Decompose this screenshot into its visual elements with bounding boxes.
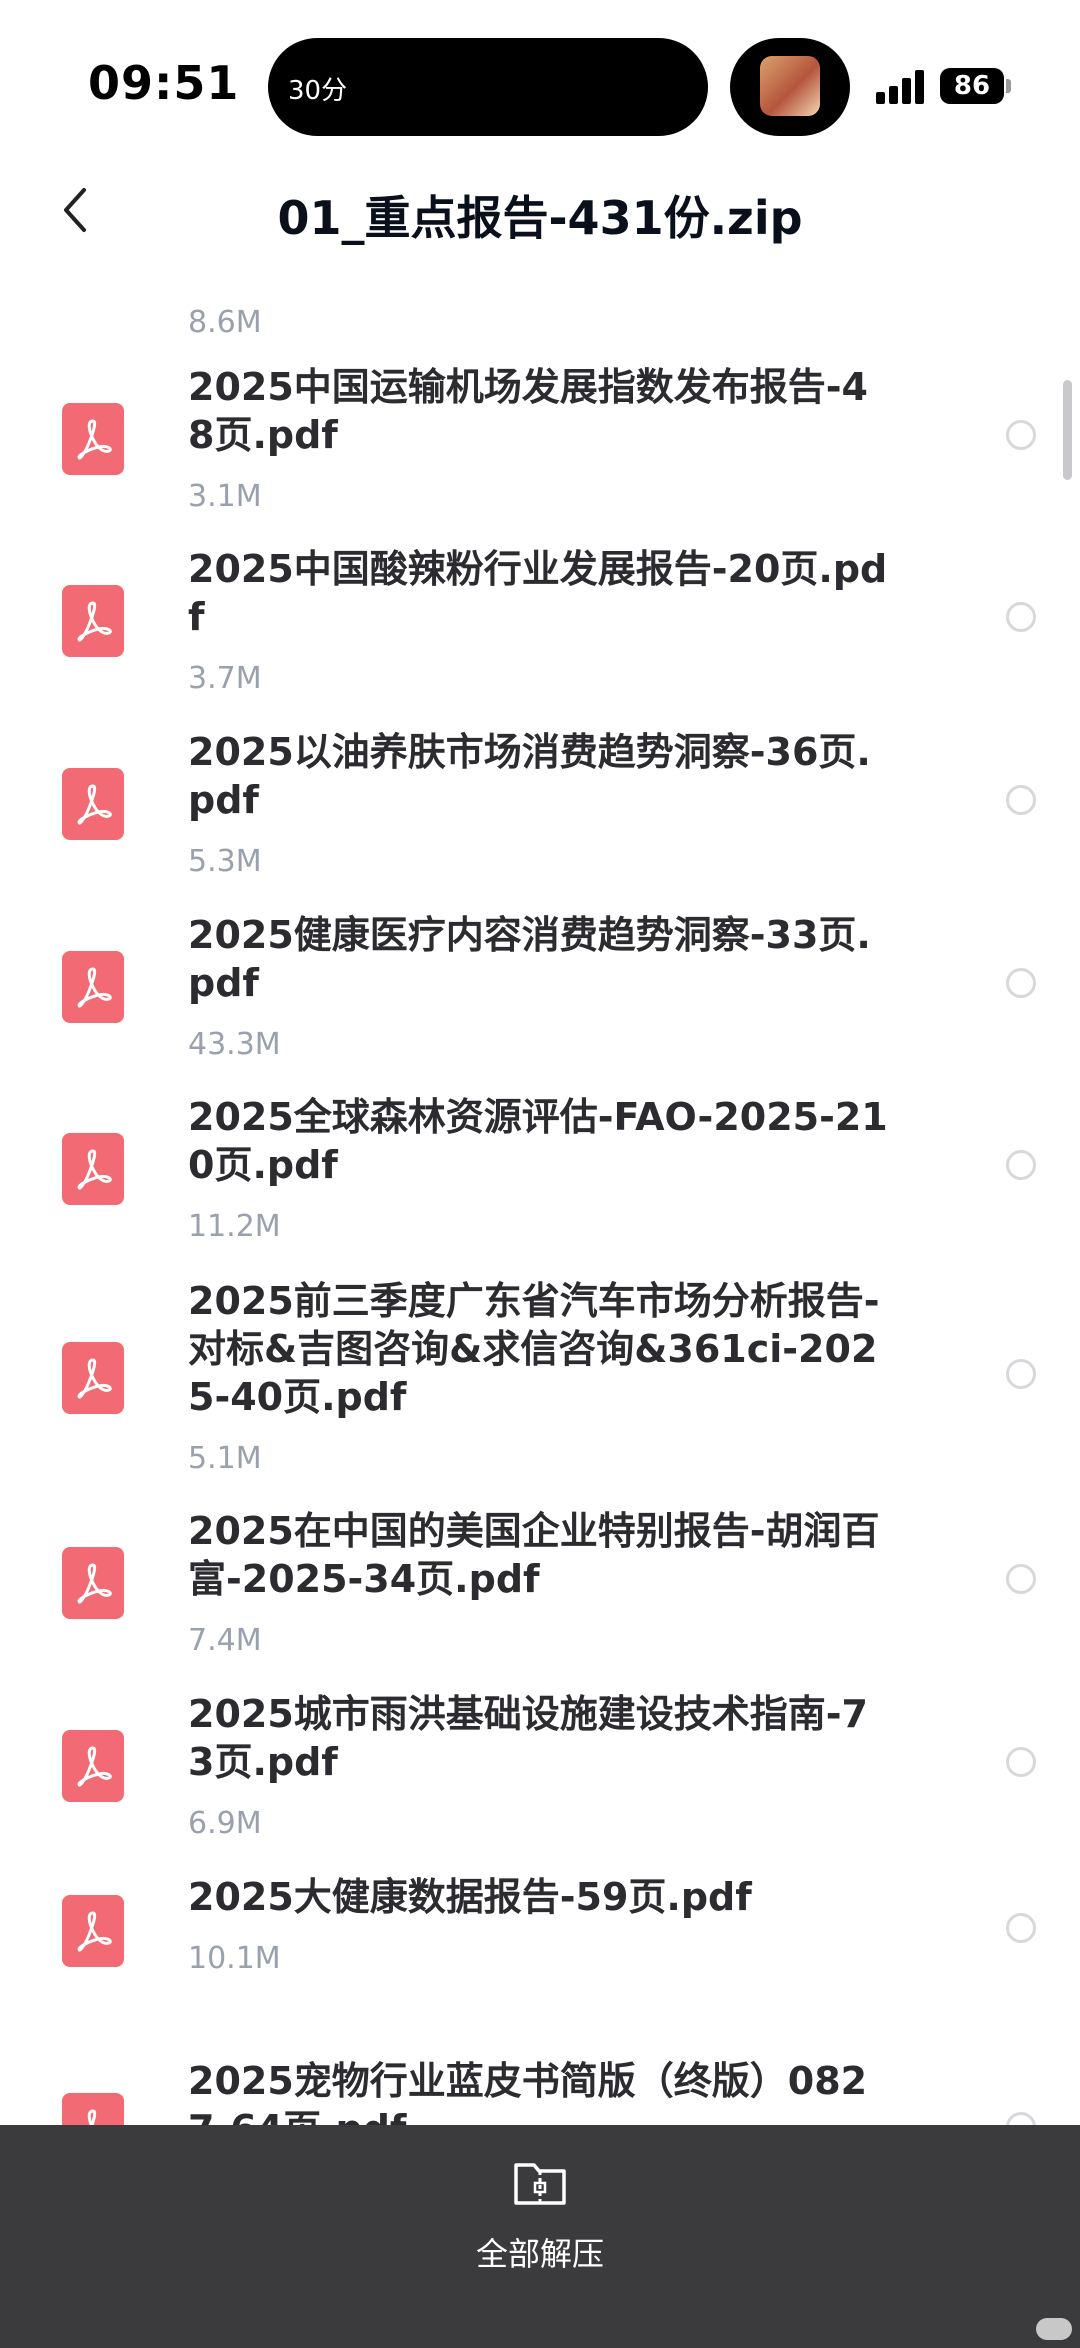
- file-size: 3.1M: [188, 479, 262, 514]
- file-size: 3.7M: [188, 661, 262, 696]
- pdf-file-icon: [62, 2093, 124, 2125]
- file-name: 2025中国酸辣粉行业发展报告-20页.pdf: [188, 547, 888, 639]
- battery-icon: 86: [940, 68, 1004, 104]
- file-select-radio[interactable]: [1006, 968, 1036, 998]
- extract-all-button[interactable]: 全部解压: [440, 2145, 640, 2285]
- extract-all-label: 全部解压: [475, 2235, 604, 2273]
- pdf-file-icon: [62, 1730, 124, 1802]
- cellular-signal-icon: [876, 68, 928, 104]
- pdf-file-icon: [62, 1895, 124, 1967]
- file-select-radio[interactable]: [1006, 785, 1036, 815]
- file-select-radio[interactable]: [1006, 2112, 1036, 2125]
- file-select-radio[interactable]: [1006, 1150, 1036, 1180]
- pdf-file-icon: [62, 403, 124, 475]
- file-name: 2025宠物行业蓝皮书简版（终版）0827-64页.pdf: [188, 2059, 868, 2125]
- chevron-left-icon: [64, 188, 86, 232]
- pdf-file-icon: [62, 1547, 124, 1619]
- file-row[interactable]: 2025城市雨洪基础设施建设技术指南-73页.pdf 6.9M: [0, 1690, 1080, 1860]
- file-row[interactable]: 2025大健康数据报告-59页.pdf 10.1M: [0, 1873, 1080, 2023]
- file-row[interactable]: 2025以油养肤市场消费趋势洞察-36页.pdf 5.3M: [0, 728, 1080, 898]
- file-row[interactable]: 2025全球森林资源评估-FAO-2025-210页.pdf 11.2M: [0, 1093, 1080, 1263]
- file-name: 2025前三季度广东省汽车市场分析报告-对标&吉图咨询&求信咨询&361ci-2…: [188, 1279, 880, 1419]
- battery-tip: [1006, 79, 1011, 93]
- file-size: 6.9M: [188, 1806, 262, 1841]
- file-row[interactable]: ▔ ▔ ▔ 8.6M: [0, 255, 1080, 340]
- nav-header: 01_重点报告-431份.zip: [0, 170, 1080, 260]
- bottom-action-bar: 全部解压: [0, 2125, 1080, 2348]
- file-name: 2025健康医疗内容消费趋势洞察-33页.pdf: [188, 913, 871, 1005]
- file-size: 5.1M: [188, 1441, 262, 1476]
- dynamic-island[interactable]: 30分: [268, 38, 708, 136]
- file-select-radio[interactable]: [1006, 1564, 1036, 1594]
- file-select-radio[interactable]: [1006, 1913, 1036, 1943]
- file-row[interactable]: 2025健康医疗内容消费趋势洞察-33页.pdf 43.3M: [0, 911, 1080, 1081]
- file-select-radio[interactable]: [1006, 1747, 1036, 1777]
- pdf-file-icon: [62, 951, 124, 1023]
- pdf-file-icon: [62, 1133, 124, 1205]
- file-select-radio[interactable]: [1006, 1359, 1036, 1389]
- file-row[interactable]: 2025中国运输机场发展指数发布报告-48页.pdf 3.1M: [0, 363, 1080, 533]
- file-size: 10.1M: [188, 1941, 281, 1976]
- file-row[interactable]: 2025前三季度广东省汽车市场分析报告-对标&吉图咨询&求信咨询&361ci-2…: [0, 1277, 1080, 1497]
- page-title: 01_重点报告-431份.zip: [277, 191, 803, 245]
- file-size: 5.3M: [188, 844, 262, 879]
- pdf-file-icon: [62, 585, 124, 657]
- file-name: 2025中国运输机场发展指数发布报告-48页.pdf: [188, 365, 868, 457]
- pdf-file-icon: [62, 1342, 124, 1414]
- file-name: 2025在中国的美国企业特别报告-胡润百富-2025-34页.pdf: [188, 1509, 880, 1601]
- file-size: 8.6M: [188, 305, 262, 340]
- file-list[interactable]: ▔ ▔ ▔ 8.6M 2025中国运输机场发展指数发布报告-48页.pdf 3.…: [0, 255, 1080, 2125]
- file-row[interactable]: 2025宠物行业蓝皮书简版（终版）0827-64页.pdf: [0, 2057, 1080, 2125]
- file-name: 2025大健康数据报告-59页.pdf: [188, 1875, 752, 1919]
- file-name: 2025全球森林资源评估-FAO-2025-210页.pdf: [188, 1095, 888, 1187]
- status-time: 09:51: [88, 56, 240, 110]
- file-row[interactable]: 2025中国酸辣粉行业发展报告-20页.pdf 3.7M: [0, 545, 1080, 715]
- island-media[interactable]: [730, 38, 850, 136]
- app-screen: 09:51 30分 86 01_重点报告-431份.zip ▔ ▔ ▔ 8.6M: [0, 0, 1080, 2348]
- watermark-badge: [1036, 2318, 1072, 2340]
- pdf-file-icon: [62, 768, 124, 840]
- scrollbar[interactable]: [1063, 380, 1072, 480]
- file-name: 2025以油养肤市场消费趋势洞察-36页.pdf: [188, 730, 871, 822]
- status-bar: 09:51 30分 86: [0, 0, 1080, 170]
- file-select-radio[interactable]: [1006, 602, 1036, 632]
- file-size: 43.3M: [188, 1027, 281, 1062]
- file-name: 2025城市雨洪基础设施建设技术指南-73页.pdf: [188, 1692, 868, 1784]
- file-select-radio[interactable]: [1006, 420, 1036, 450]
- file-size: 11.2M: [188, 1209, 281, 1244]
- file-row[interactable]: 2025在中国的美国企业特别报告-胡润百富-2025-34页.pdf 7.4M: [0, 1507, 1080, 1677]
- back-button[interactable]: [50, 180, 110, 240]
- archive-extract-icon: [514, 2163, 566, 2205]
- file-size: 7.4M: [188, 1623, 262, 1658]
- island-timer-text: 30分: [288, 76, 348, 106]
- media-artwork-icon: [760, 56, 820, 116]
